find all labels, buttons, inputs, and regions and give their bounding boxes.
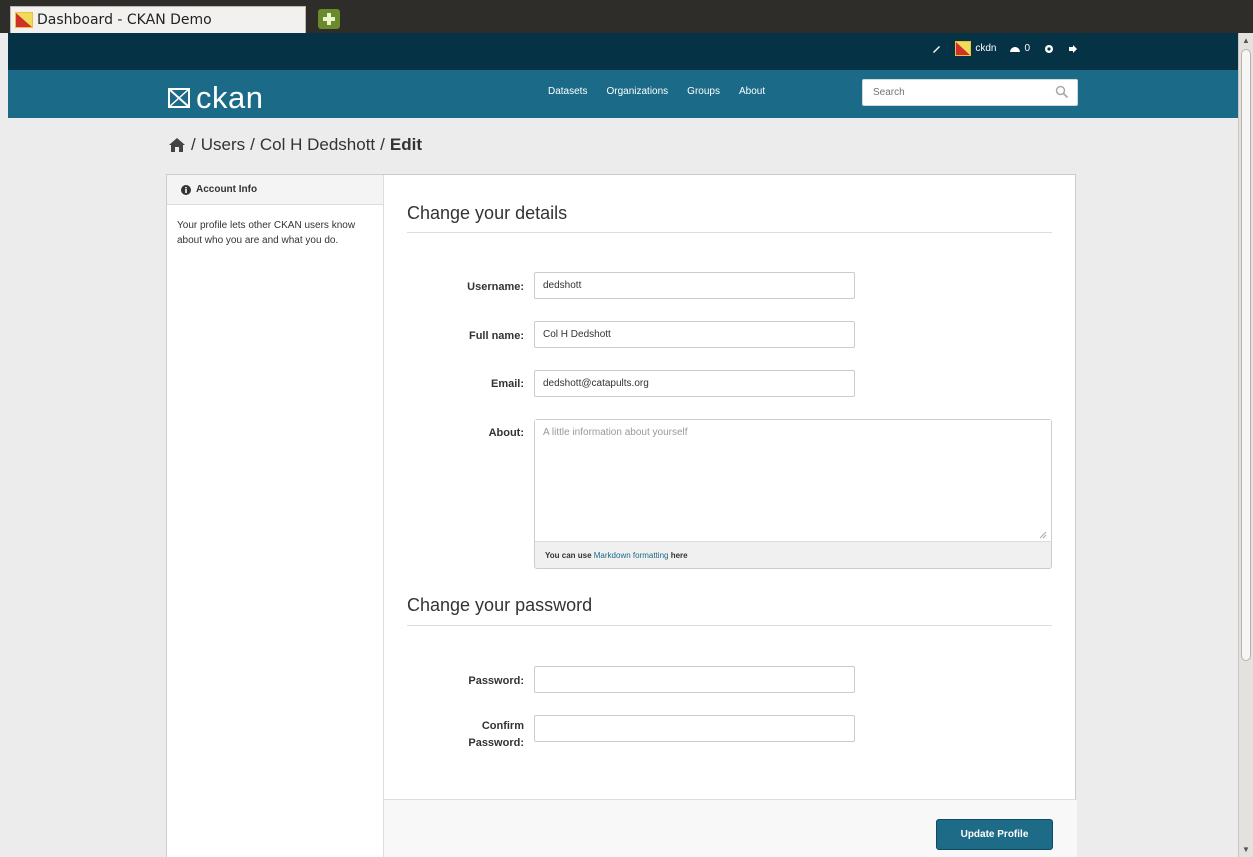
browser-tab-title: Dashboard - CKAN Demo	[37, 12, 212, 28]
email-field[interactable]: dedshott@catapults.org	[534, 370, 855, 397]
browser-tab[interactable]: Dashboard - CKAN Demo	[10, 6, 306, 33]
nav-organizations[interactable]: Organizations	[606, 86, 668, 97]
divider	[407, 232, 1052, 233]
user-avatar[interactable]: ckdn	[955, 41, 996, 56]
about-editor: A little information about yourself You …	[534, 419, 1052, 569]
sysadmin-wrench-icon[interactable]	[931, 44, 941, 54]
page-scrollbar[interactable]: ▲ ▼	[1238, 33, 1253, 857]
username-label: Username:	[467, 281, 524, 293]
email-label: Email:	[490, 378, 524, 390]
divider	[407, 625, 1052, 626]
dashboard-icon	[1010, 47, 1021, 52]
main-nav: Datasets Organizations Groups About	[548, 86, 765, 97]
page-wrapper: Account Info Your profile lets other CKA…	[166, 174, 1077, 857]
logo-text: ckan	[196, 80, 264, 115]
search-input[interactable]	[863, 80, 1043, 105]
masthead: ckan Datasets Organizations Groups About	[8, 70, 1238, 118]
browser-tab-bar: Dashboard - CKAN Demo	[0, 0, 1253, 33]
about-textarea[interactable]: A little information about yourself	[535, 420, 1051, 542]
dashboard-link[interactable]: 0	[1010, 43, 1030, 54]
fullname-field[interactable]: Col H Dedshott	[534, 321, 855, 348]
home-icon[interactable]	[168, 137, 186, 153]
scroll-down-arrow-icon[interactable]: ▼	[1242, 845, 1250, 854]
form-actions: Update Profile	[384, 799, 1077, 857]
update-profile-button[interactable]: Update Profile	[936, 819, 1053, 850]
password-label: Password:	[468, 675, 524, 687]
resize-handle-icon[interactable]	[1039, 531, 1047, 539]
password-field[interactable]	[534, 666, 855, 693]
breadcrumb-current: Edit	[389, 135, 422, 154]
search-icon[interactable]	[1055, 85, 1069, 99]
sidebar-title: Account Info	[196, 184, 258, 195]
notification-count: 0	[1024, 43, 1030, 54]
fullname-label: Full name:	[468, 330, 524, 342]
nav-groups[interactable]: Groups	[687, 86, 720, 97]
account-bar: ckdn 0	[8, 33, 1238, 70]
confirm-label-line-2: Password:	[468, 737, 524, 749]
logout-icon[interactable]	[1068, 44, 1078, 54]
breadcrumb-separator: /	[380, 135, 385, 154]
about-label: About:	[488, 427, 524, 439]
breadcrumb-users[interactable]: Users	[201, 135, 245, 155]
password-heading: Change your password	[407, 595, 593, 615]
breadcrumb-user[interactable]: Col H Dedshott	[260, 135, 375, 155]
nav-about[interactable]: About	[739, 86, 765, 97]
confirm-password-label: Confirm Password:	[384, 718, 524, 752]
breadcrumb: / Users / Col H Dedshott / Edit	[168, 135, 422, 155]
details-heading: Change your details	[407, 203, 568, 223]
ckan-logo[interactable]: ckan	[168, 80, 263, 116]
plus-icon	[323, 13, 335, 25]
confirm-password-field[interactable]	[534, 715, 855, 742]
sidebar-text: Your profile lets other CKAN users know …	[177, 220, 356, 246]
scrollbar-thumb[interactable]	[1241, 49, 1251, 661]
hint-prefix: You can use	[545, 551, 592, 560]
info-icon	[181, 184, 191, 195]
edit-form: Change your details Username: dedshott F…	[384, 175, 1077, 857]
nav-datasets[interactable]: Datasets	[548, 86, 587, 97]
new-tab-button[interactable]	[318, 9, 340, 29]
sidebar: Account Info Your profile lets other CKA…	[167, 175, 384, 857]
markdown-hint: You can use Markdown formatting here	[545, 551, 688, 560]
hint-suffix: here	[670, 551, 688, 560]
username-field[interactable]: dedshott	[534, 272, 855, 299]
breadcrumb-separator: /	[250, 135, 255, 154]
settings-gear-icon[interactable]	[1044, 44, 1054, 54]
markdown-link[interactable]: Markdown formatting	[594, 551, 669, 560]
ckan-favicon-icon	[15, 12, 33, 28]
scroll-up-arrow-icon[interactable]: ▲	[1242, 36, 1250, 45]
ckan-logo-icon	[168, 88, 190, 108]
account-username: ckdn	[975, 43, 997, 54]
breadcrumb-separator: /	[191, 135, 196, 154]
sidebar-header: Account Info	[167, 175, 383, 205]
site-search	[862, 79, 1078, 106]
confirm-label-line-1: Confirm	[481, 720, 524, 732]
